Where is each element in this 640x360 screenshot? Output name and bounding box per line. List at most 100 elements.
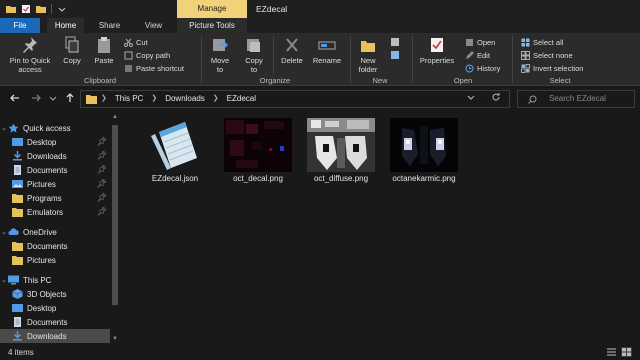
copy-path-label: Copy path [136,50,171,60]
pin-to-quick-access-button[interactable]: Pin to Quick access [4,36,56,74]
new-item-button[interactable] [389,37,401,49]
nav-item-programs[interactable]: Programs 📌︎ [0,191,110,205]
copy-label: Copy [63,56,81,65]
invert-selection-button[interactable]: Invert selection [521,63,583,73]
copy-to-icon [247,39,260,52]
nav-item-label: Documents [27,165,68,175]
nav-item-label: Downloads [27,151,67,161]
copy-path-button[interactable]: Copy path [124,50,170,60]
nav-item-pc-desktop[interactable]: Desktop [0,301,110,315]
address-field[interactable]: ❯ This PC ❯ Downloads ❯ EZdecal [80,90,510,108]
new-folder-label-line1: New [360,56,376,65]
nav-item-onedrive[interactable]: ⌄ OneDrive [0,225,110,239]
select-none-button[interactable]: Select none [521,50,573,60]
folder-icon[interactable] [6,4,16,14]
up-button[interactable] [63,92,77,106]
nav-item-quick-access[interactable]: ⌄ Quick access [0,121,110,135]
paste-label: Paste [94,56,114,65]
image-thumbnail [307,118,375,172]
details-view-button[interactable] [606,347,617,357]
nav-item-emulators[interactable]: Emulators 📌︎ [0,205,110,219]
nav-item-documents[interactable]: Documents 📌︎ [0,163,110,177]
copy-to-button[interactable]: Copy to [239,36,269,74]
pin-icon: 📌︎ [96,165,107,174]
chevron-down-icon[interactable]: ⌄ [0,124,8,132]
rename-button[interactable]: Rename [310,36,344,65]
large-icons-view-button[interactable] [621,347,632,357]
pin-icon: 📌︎ [96,137,107,146]
tab-view[interactable]: View [137,18,170,33]
nav-item-onedrive-pictures[interactable]: Pictures [0,253,110,267]
chevron-down-icon[interactable]: ⌄ [0,228,8,236]
scroll-up-arrow-icon[interactable]: ▲ [111,113,119,121]
pin-label-line2: access [18,65,42,74]
forward-button[interactable] [29,92,43,106]
recent-locations-button[interactable] [48,92,58,106]
navigation-scrollbar[interactable]: ▲ ▼ [110,111,120,345]
breadcrumb-downloads[interactable]: Downloads [165,91,205,107]
new-folder-button[interactable]: New folder [353,36,383,74]
nav-item-desktop[interactable]: Desktop 📌︎ [0,135,110,149]
delete-button[interactable]: Delete [276,36,308,65]
paste-shortcut-button[interactable]: Paste shortcut [124,63,184,73]
nav-item-pc-downloads[interactable]: Downloads [0,329,110,343]
nav-item-label: Pictures [27,255,56,265]
search-field[interactable]: Search EZdecal [517,90,635,108]
cut-button[interactable]: Cut [124,37,148,47]
nav-item-downloads[interactable]: Downloads 📌︎ [0,149,110,163]
tab-home[interactable]: Home [47,18,84,33]
file-item[interactable]: oct_decal.png [218,115,298,197]
chevron-down-icon[interactable]: ⌄ [0,276,8,284]
easy-access-button[interactable] [389,50,401,62]
breadcrumb-ezdecal[interactable]: EZdecal [227,91,256,107]
copy-button[interactable]: Copy [58,36,86,65]
scrollbar-thumb[interactable] [112,125,118,305]
tab-share[interactable]: Share [92,18,127,33]
organize-group-label: Organize [259,76,291,85]
scroll-down-arrow-icon[interactable]: ▼ [111,335,119,343]
breadcrumb-separator: ❯ [212,95,219,102]
cloud-icon [8,228,19,235]
open-button[interactable]: Open [465,37,495,47]
nav-item-onedrive-documents[interactable]: Documents [0,239,110,253]
refresh-button[interactable] [491,91,501,107]
nav-item-pc-documents[interactable]: Documents [0,315,110,329]
notepad-icon [151,122,197,170]
computer-icon [8,275,19,285]
documents-folder-icon [14,165,21,175]
folder-icon [12,208,23,217]
chevron-down-icon[interactable] [57,4,67,14]
new-folder-icon[interactable] [36,4,46,14]
move-to-button[interactable]: Move to [205,36,235,74]
breadcrumb-this-pc[interactable]: This PC [115,91,143,107]
properties-button[interactable]: Properties [415,36,459,65]
history-button[interactable]: History [465,63,500,73]
edit-button[interactable]: Edit [465,50,490,60]
tab-file[interactable]: File [0,18,40,33]
back-button[interactable] [8,92,22,106]
nav-item-this-pc[interactable]: ⌄ This PC [0,273,110,287]
navigation-pane: ⌄ Quick access Desktop 📌︎ Downloads 📌︎ D… [0,111,120,345]
copy-path-icon [124,51,133,60]
3d-objects-icon [12,289,23,299]
ribbon-tabs: File Home Share View Picture Tools [0,18,640,33]
nav-item-label: Desktop [27,137,57,147]
address-history-dropdown[interactable] [467,91,475,107]
downloads-folder-icon [13,331,22,341]
file-item[interactable]: oct_diffuse.png [301,115,381,197]
edit-label: Edit [477,50,490,60]
new-folder-icon [361,41,375,52]
select-all-button[interactable]: Select all [521,37,563,47]
paste-button[interactable]: Paste [90,36,118,65]
nav-item-pictures[interactable]: Pictures 📌︎ [0,177,110,191]
rename-icon [318,41,336,50]
file-item[interactable]: octanekarmic.png [384,115,464,197]
properties-icon[interactable] [21,4,31,14]
manage-context-tab[interactable]: Manage [177,0,247,18]
file-item[interactable]: EZdecal.json [135,115,215,197]
pin-label-line1: Pin to Quick [9,56,51,65]
tab-picture-tools[interactable]: Picture Tools [177,18,247,33]
folder-icon [12,256,23,265]
nav-item-3d-objects[interactable]: 3D Objects [0,287,110,301]
open-group-label: Open [453,76,473,85]
